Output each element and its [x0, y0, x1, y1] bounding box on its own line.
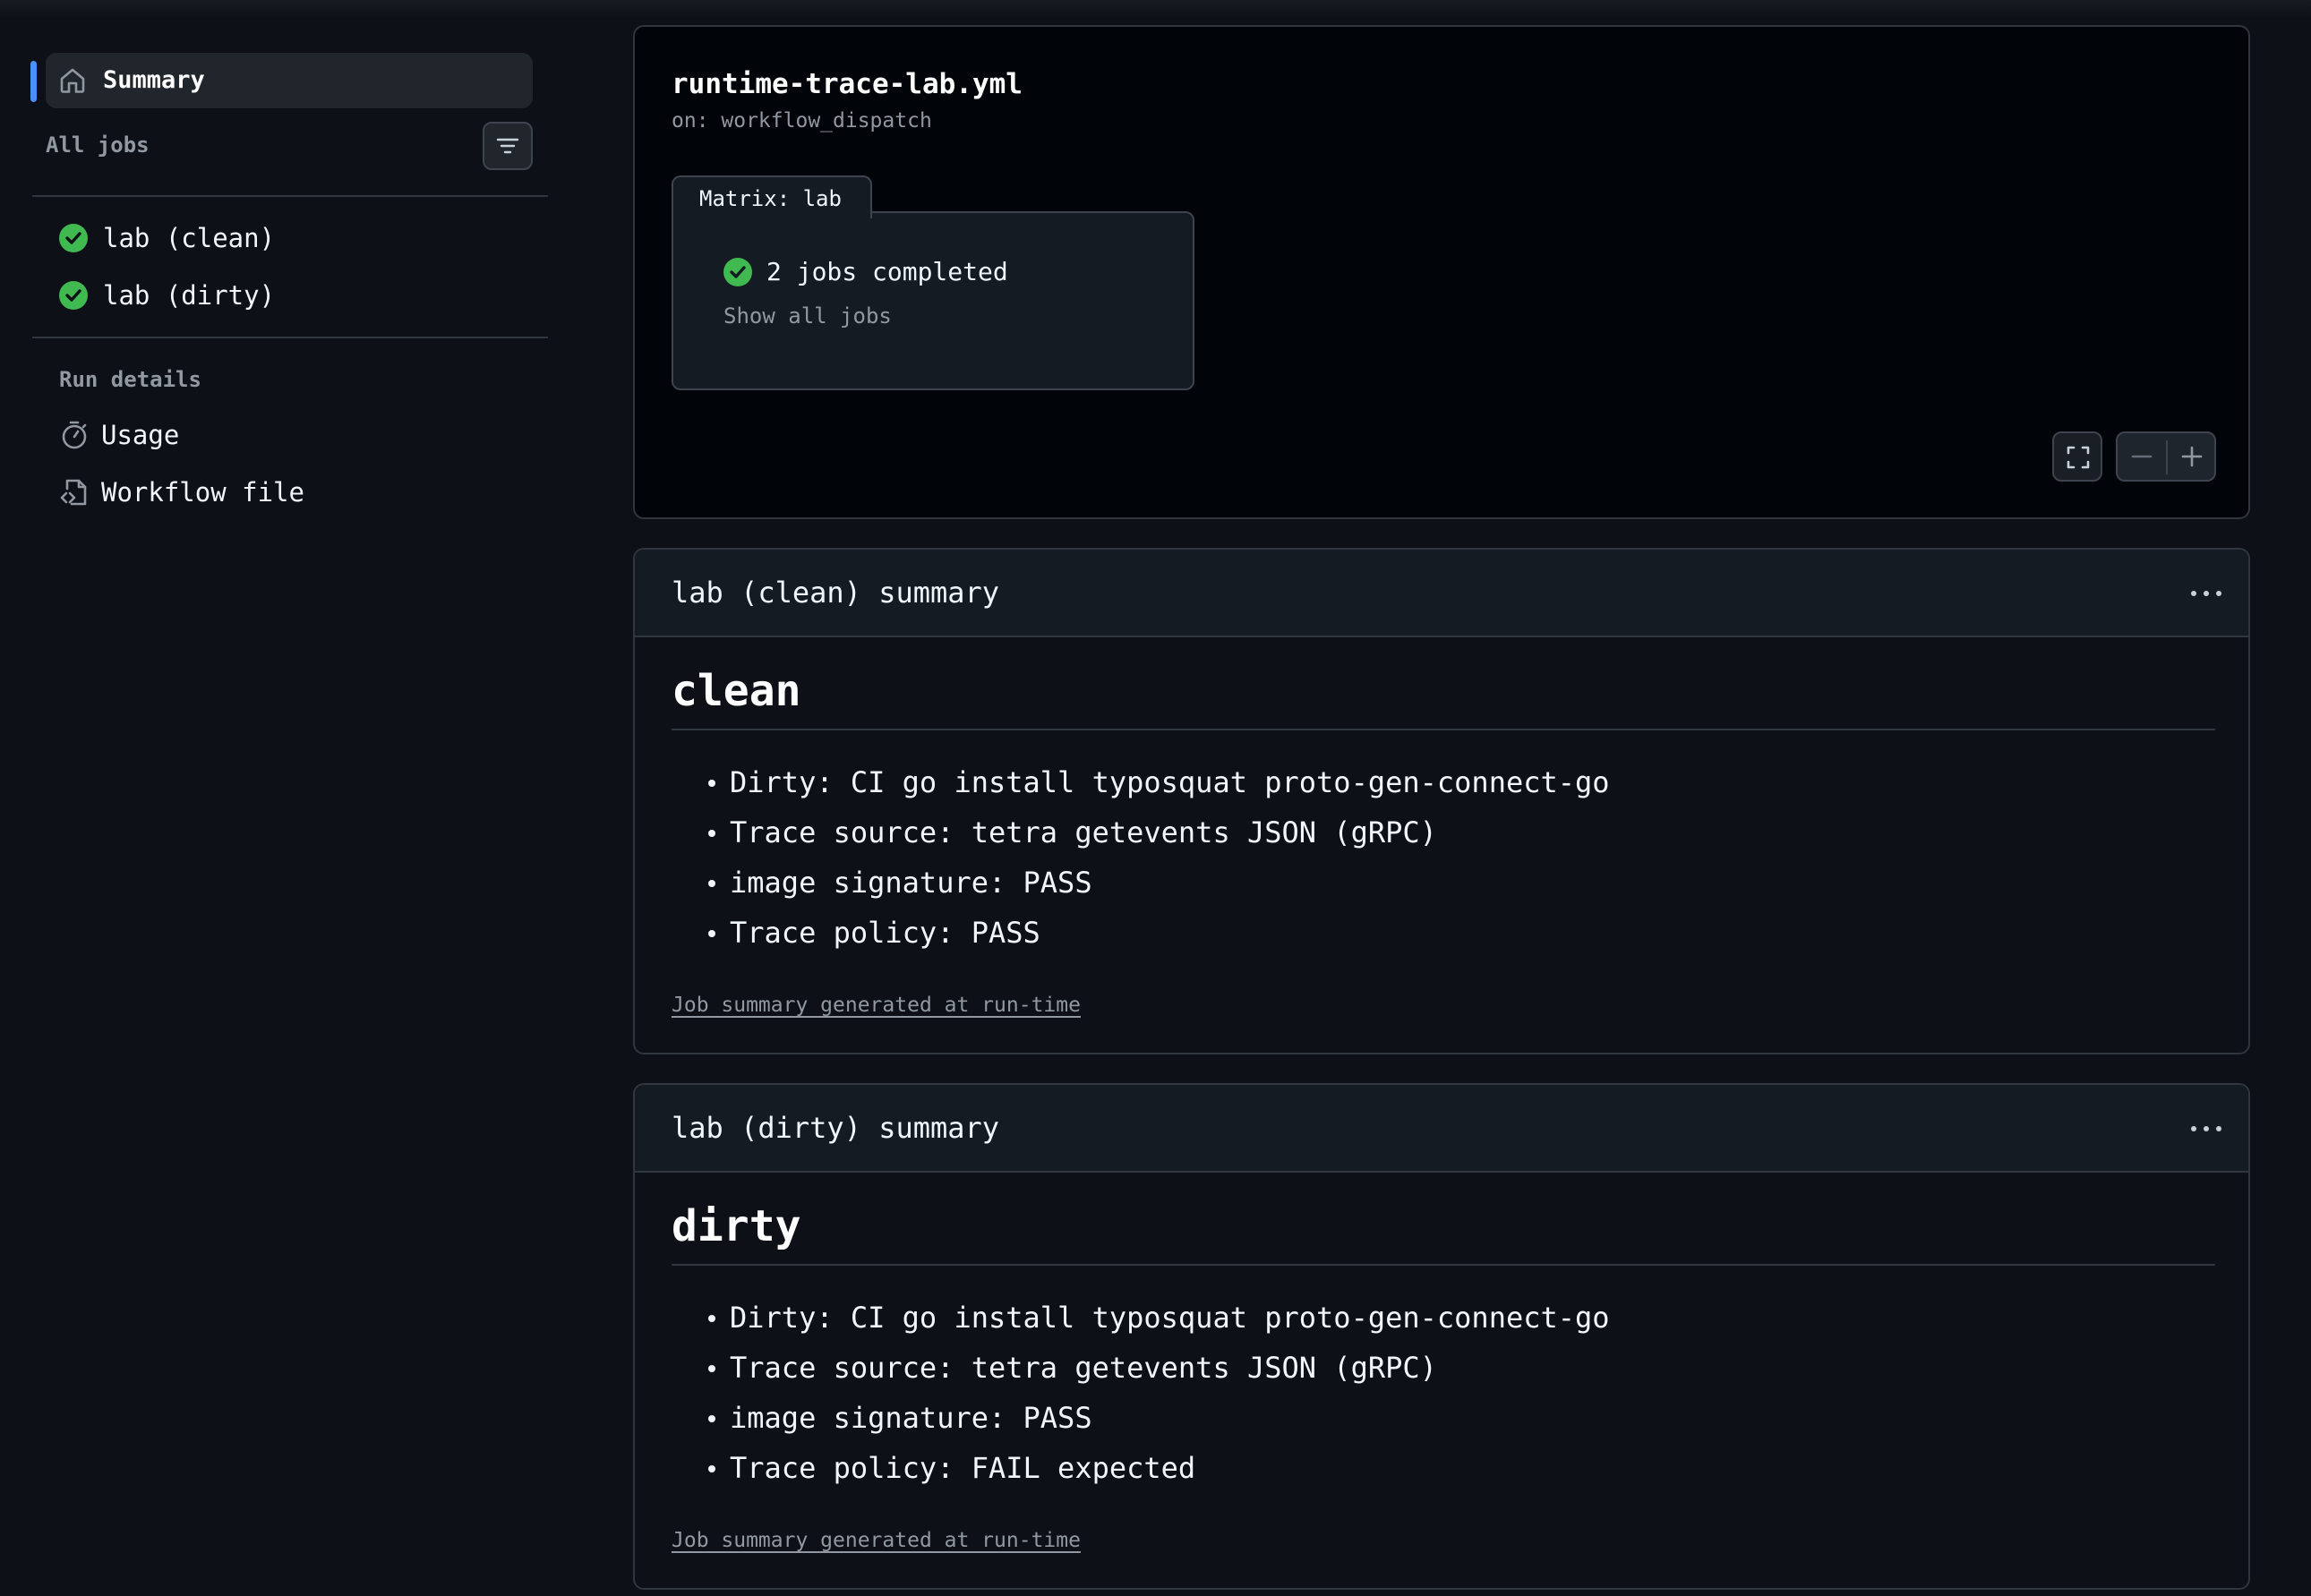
kebab-dot: [2204, 591, 2209, 596]
job-summary-generated-link[interactable]: Job summary generated at run-time: [672, 992, 1081, 1019]
list-item: Trace policy: PASS: [708, 908, 1610, 958]
summary-heading-rule: [672, 729, 2215, 730]
job-summary-generated-link[interactable]: Job summary generated at run-time: [672, 1527, 1081, 1554]
matrix-job-group[interactable]: 2 jobs completed Show all jobs: [672, 211, 1194, 390]
matrix-tab: Matrix: lab: [672, 175, 872, 218]
zoom-controls: [2116, 431, 2216, 482]
sidebar-item-job-lab-dirty[interactable]: lab (dirty): [59, 277, 275, 313]
summary-list: Dirty: CI go install typosquat proto-gen…: [708, 757, 1610, 958]
jobs-completed-label: 2 jobs completed: [766, 257, 1008, 286]
more-options-button[interactable]: [2186, 1112, 2227, 1144]
list-item: Trace source: tetra getevents JSON (gRPC…: [708, 807, 1610, 858]
sidebar-item-workflow-file-label: Workflow file: [101, 477, 304, 508]
home-icon: [58, 66, 87, 95]
job-label: lab (dirty): [103, 280, 276, 311]
kebab-dot: [2216, 1126, 2221, 1131]
sidebar-item-workflow-file[interactable]: Workflow file: [59, 474, 304, 510]
list-item: Dirty: CI go install typosquat proto-gen…: [708, 757, 1610, 807]
list-item: Trace source: tetra getevents JSON (gRPC…: [708, 1343, 1610, 1393]
more-options-button[interactable]: [2186, 576, 2227, 609]
sidebar-item-usage[interactable]: Usage: [59, 417, 179, 453]
matrix-label: Matrix: lab: [699, 186, 842, 211]
file-code-icon: [59, 477, 90, 508]
job-summary-card-clean: lab (clean) summary clean Dirty: CI go i…: [633, 548, 2250, 1054]
success-check-icon: [59, 224, 88, 252]
summary-heading: dirty: [672, 1201, 801, 1251]
run-details-heading: Run details: [59, 367, 201, 392]
sidebar-item-usage-label: Usage: [101, 420, 180, 450]
sidebar-item-summary-label: Summary: [103, 66, 205, 94]
list-item: image signature: PASS: [708, 1393, 1610, 1443]
workflow-run-summary-page: Summary All jobs lab (clean) lab (dirty)…: [0, 0, 2311, 1596]
all-jobs-heading: All jobs: [46, 132, 150, 158]
success-check-icon: [723, 258, 752, 286]
jobs-completed-status: 2 jobs completed: [723, 256, 1008, 288]
kebab-dot: [2204, 1126, 2209, 1131]
success-check-icon: [59, 281, 88, 310]
job-label: lab (clean): [103, 223, 276, 253]
job-summary-title: lab (dirty) summary: [672, 1111, 1000, 1145]
summary-list: Dirty: CI go install typosquat proto-gen…: [708, 1293, 1610, 1493]
list-item: image signature: PASS: [708, 858, 1610, 908]
filter-jobs-button[interactable]: [483, 122, 533, 170]
list-item: Dirty: CI go install typosquat proto-gen…: [708, 1293, 1610, 1343]
sidebar-item-job-lab-clean[interactable]: lab (clean): [59, 220, 275, 256]
kebab-dot: [2191, 591, 2196, 596]
sidebar-divider: [32, 337, 548, 338]
job-summary-header: lab (dirty) summary: [635, 1085, 2248, 1173]
sidebar-divider: [32, 195, 548, 197]
kebab-dot: [2191, 1126, 2196, 1131]
job-summary-title: lab (clean) summary: [672, 576, 1000, 610]
kebab-dot: [2216, 591, 2221, 596]
zoom-in-button[interactable]: [2168, 433, 2216, 480]
sidebar-item-summary[interactable]: Summary: [46, 53, 533, 108]
job-summary-card-dirty: lab (dirty) summary dirty Dirty: CI go i…: [633, 1083, 2250, 1590]
workflow-trigger: on: workflow_dispatch: [672, 109, 932, 132]
show-all-jobs-link[interactable]: Show all jobs: [723, 303, 892, 329]
zoom-out-button[interactable]: [2118, 433, 2166, 480]
fullscreen-button[interactable]: [2052, 431, 2102, 482]
selected-indicator: [30, 61, 37, 102]
job-summary-header: lab (clean) summary: [635, 550, 2248, 637]
workflow-file-name: runtime-trace-lab.yml: [672, 68, 1023, 100]
workflow-graph-card: runtime-trace-lab.yml on: workflow_dispa…: [633, 25, 2250, 519]
summary-heading-rule: [672, 1264, 2215, 1266]
summary-heading: clean: [672, 666, 801, 716]
stopwatch-icon: [59, 420, 90, 450]
sidebar: Summary All jobs lab (clean) lab (dirty)…: [0, 0, 591, 1596]
list-item: Trace policy: FAIL expected: [708, 1443, 1610, 1493]
